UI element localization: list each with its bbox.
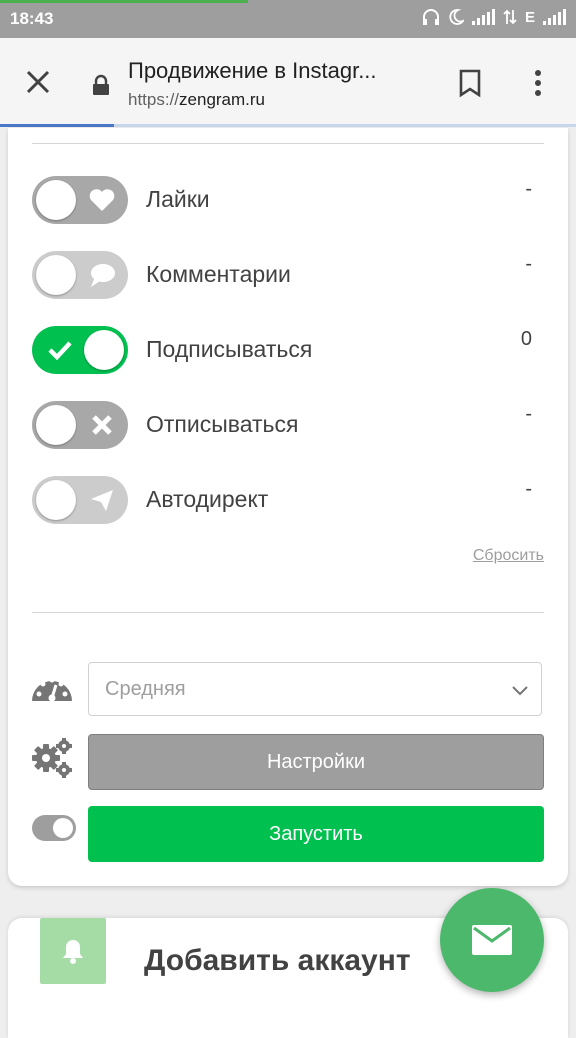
signal-icon: [471, 9, 495, 25]
follow-toggle[interactable]: [32, 326, 128, 374]
action-count: -: [525, 253, 532, 275]
action-row-autodirect: Автодирект -: [32, 476, 544, 526]
add-account-title[interactable]: Добавить аккаунт: [144, 944, 411, 978]
action-label: Отписываться: [146, 411, 299, 437]
speed-value: Средняя: [105, 678, 186, 700]
likes-toggle[interactable]: [32, 176, 128, 224]
network-type: E: [524, 8, 535, 26]
signal-icon: [543, 9, 566, 25]
unfollow-toggle[interactable]: [32, 401, 128, 449]
action-label: Автодирект: [146, 486, 269, 512]
toggle-knob: [36, 180, 76, 220]
toggle-knob: [84, 330, 124, 370]
url-host: zengram.ru: [179, 90, 266, 109]
status-icons: E: [422, 8, 566, 26]
autodirect-toggle[interactable]: [32, 476, 128, 524]
reset-link[interactable]: Сбросить: [473, 547, 544, 565]
comment-icon: [91, 264, 115, 287]
bell-icon: [63, 940, 83, 964]
bell-badge[interactable]: [40, 918, 106, 984]
mail-icon: [472, 925, 512, 955]
bookmark-icon[interactable]: [456, 68, 484, 98]
page-load-progress: [0, 0, 248, 3]
page-url[interactable]: https://zengram.ru: [128, 90, 265, 110]
action-row-unfollow: Отписываться -: [32, 401, 544, 451]
action-row-likes: Лайки -: [32, 176, 544, 226]
start-button[interactable]: Запустить: [88, 806, 544, 862]
action-label: Комментарии: [146, 261, 291, 287]
close-icon[interactable]: [20, 64, 56, 100]
more-menu-icon[interactable]: [526, 68, 550, 98]
action-count: -: [525, 178, 532, 200]
toggle-knob: [53, 818, 73, 838]
moon-icon: [449, 9, 464, 25]
action-row-follow: Подписываться 0: [32, 326, 544, 376]
message-fab[interactable]: [440, 888, 544, 992]
action-label: Лайки: [146, 186, 210, 212]
toggle-knob: [36, 255, 76, 295]
action-label: Подписываться: [146, 336, 313, 362]
action-count: -: [525, 403, 532, 425]
comments-toggle[interactable]: [32, 251, 128, 299]
speedometer-icon: [32, 677, 72, 702]
action-row-comments: Комментарии -: [32, 251, 544, 301]
status-time: 18:43: [10, 9, 54, 28]
status-bar: 18:43 E: [0, 0, 576, 38]
page-title[interactable]: Продвижение в Instagr...: [128, 58, 428, 84]
url-scheme: https://: [128, 90, 180, 109]
divider: [32, 143, 544, 144]
action-count: 0: [520, 328, 532, 350]
toggle-knob: [36, 405, 76, 445]
toggle-knob: [36, 480, 76, 520]
gears-icon: [32, 738, 72, 778]
heart-icon: [89, 189, 115, 211]
divider: [32, 612, 544, 613]
bot-settings-card: Лайки - Комментарии - Подписываться 0 От…: [8, 128, 568, 886]
settings-button[interactable]: Настройки: [88, 734, 544, 790]
check-icon: [48, 341, 72, 361]
cross-icon: [92, 415, 112, 435]
autostart-toggle[interactable]: [32, 815, 76, 841]
chevron-down-icon: [512, 686, 528, 696]
data-arrows-icon: [503, 9, 517, 25]
speed-select[interactable]: Средняя: [88, 662, 542, 716]
action-count: -: [525, 478, 532, 500]
lock-icon: [93, 74, 109, 95]
browser-toolbar: Продвижение в Instagr... https://zengram…: [0, 38, 576, 127]
load-progress-bar: [0, 124, 576, 127]
send-icon: [91, 490, 113, 511]
headphones-icon: [422, 9, 439, 25]
